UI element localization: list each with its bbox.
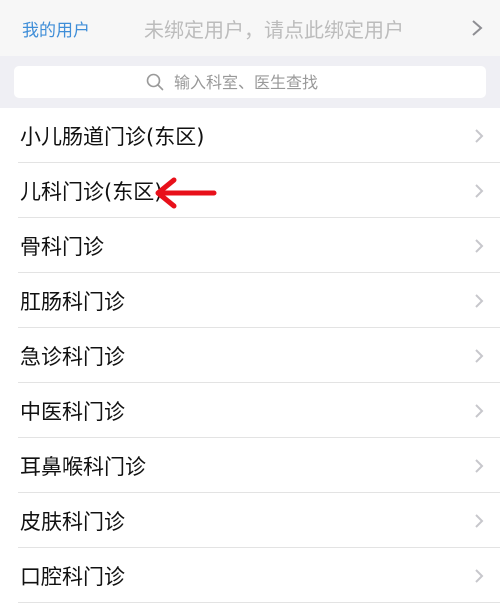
search-icon: [146, 73, 164, 91]
chevron-right-icon: [474, 403, 484, 419]
chevron-right-icon: [474, 348, 484, 364]
department-item[interactable]: 小儿肠道门诊(东区): [0, 108, 500, 163]
department-item[interactable]: 耳鼻喉科门诊: [0, 438, 500, 493]
chevron-right-icon: [474, 568, 484, 584]
department-item[interactable]: 皮肤科门诊: [0, 493, 500, 548]
department-label: 肛肠科门诊: [20, 289, 125, 314]
search-bar: [0, 56, 500, 108]
my-user-bar[interactable]: 我的用户 未绑定用户，请点此绑定用户: [0, 0, 500, 56]
department-label: 小儿肠道门诊(东区): [20, 124, 205, 149]
department-label: 皮肤科门诊: [20, 509, 125, 534]
chevron-right-icon: [474, 183, 484, 199]
bind-user-prompt[interactable]: 未绑定用户，请点此绑定用户: [144, 14, 454, 43]
department-label: 骨科门诊: [20, 234, 104, 259]
chevron-right-icon: [474, 128, 484, 144]
department-label: 急诊科门诊: [20, 344, 125, 369]
department-item[interactable]: 中医科门诊: [0, 383, 500, 438]
red-arrow-icon: [150, 176, 218, 214]
department-label: 中医科门诊: [20, 399, 125, 424]
my-user-title: 我的用户: [22, 20, 90, 41]
department-list: 小儿肠道门诊(东区) 儿科门诊(东区) 骨科门诊 肛肠科门诊 急诊科门诊 中医科…: [0, 108, 500, 603]
chevron-right-icon: [474, 513, 484, 529]
department-label: 儿科门诊(东区): [20, 179, 163, 204]
department-item[interactable]: 肛肠科门诊: [0, 273, 500, 328]
chevron-right-icon: [474, 458, 484, 474]
search-input[interactable]: [164, 72, 354, 92]
department-label: 口腔科门诊: [20, 564, 125, 589]
department-item[interactable]: 骨科门诊: [0, 218, 500, 273]
department-item[interactable]: 口腔科门诊: [0, 548, 500, 603]
department-item[interactable]: 儿科门诊(东区): [0, 163, 500, 218]
chevron-right-icon: [474, 293, 484, 309]
department-item[interactable]: 急诊科门诊: [0, 328, 500, 383]
chevron-right-icon: [454, 19, 500, 37]
search-box[interactable]: [14, 66, 486, 98]
chevron-right-icon: [474, 238, 484, 254]
department-label: 耳鼻喉科门诊: [20, 454, 146, 479]
